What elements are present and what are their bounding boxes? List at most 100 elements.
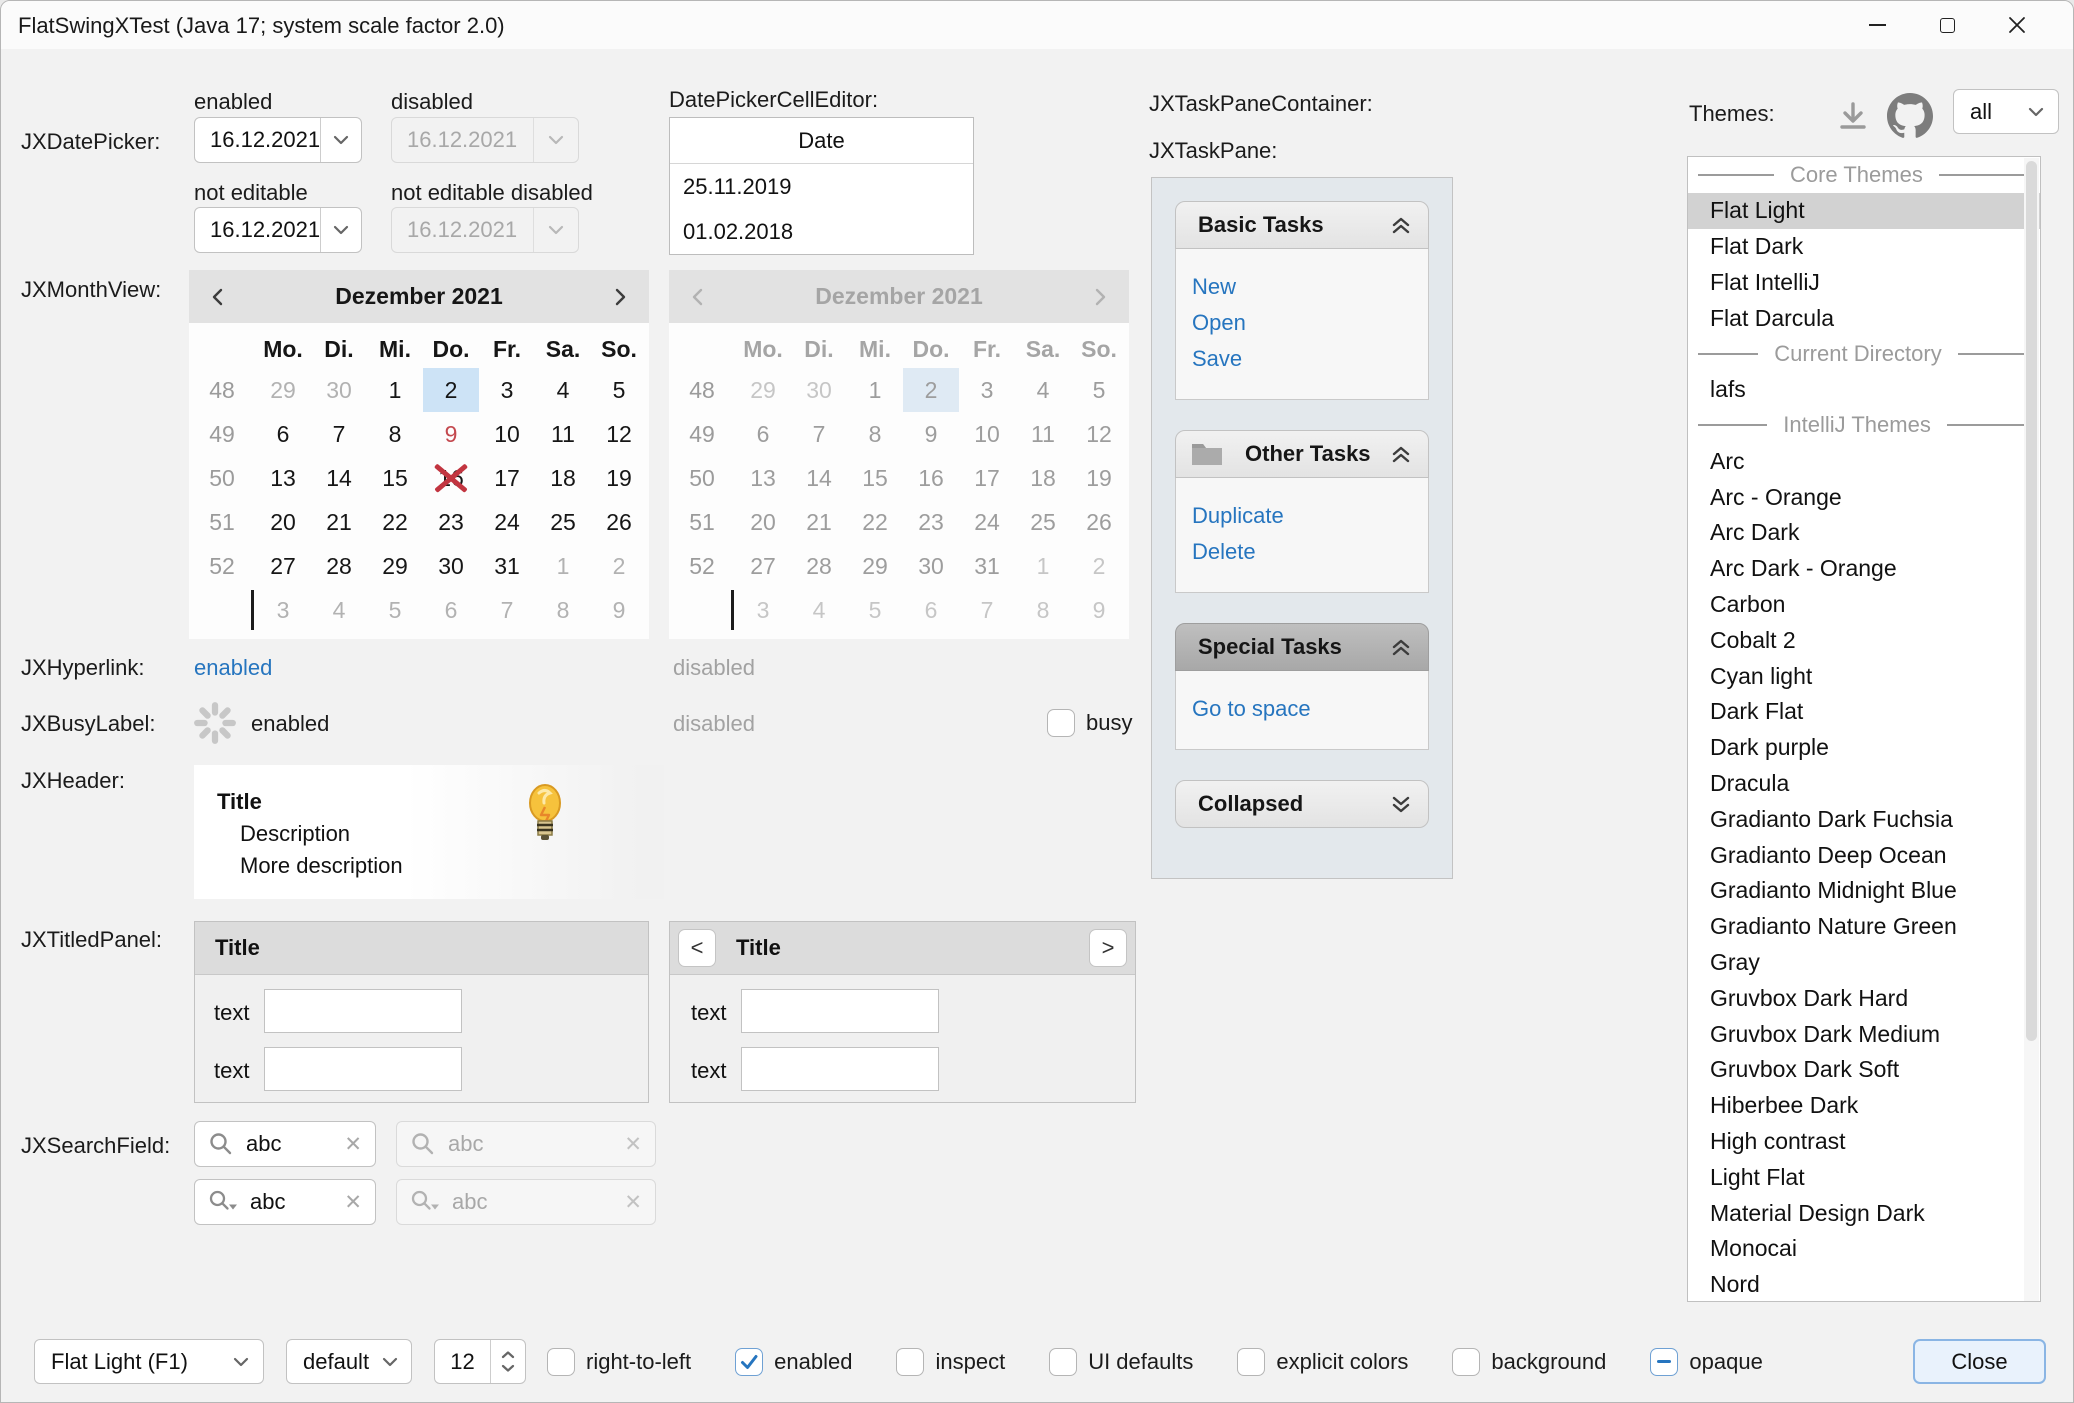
checkbox-box[interactable] bbox=[1237, 1348, 1265, 1376]
checkbox-inspect[interactable]: inspect bbox=[896, 1348, 1005, 1376]
day-cell[interactable]: 14 bbox=[311, 456, 367, 500]
theme-item[interactable]: Arc - Orange bbox=[1688, 479, 2040, 515]
theme-item[interactable]: Gradianto Dark Fuchsia bbox=[1688, 801, 2040, 837]
datepicker-dropdown-button[interactable] bbox=[320, 208, 361, 252]
taskpane-group-header[interactable]: Other Tasks bbox=[1175, 430, 1429, 478]
day-cell[interactable]: 11 bbox=[535, 412, 591, 456]
day-cell[interactable]: 9 bbox=[591, 588, 647, 632]
theme-item[interactable]: Hiberbee Dark bbox=[1688, 1088, 2040, 1124]
day-cell[interactable]: 21 bbox=[311, 500, 367, 544]
checkbox-box[interactable] bbox=[547, 1348, 575, 1376]
title-bar[interactable]: FlatSwingXTest (Java 17; system scale fa… bbox=[1, 1, 2073, 49]
theme-item[interactable]: Flat Light bbox=[1688, 193, 2040, 229]
day-cell[interactable]: 24 bbox=[479, 500, 535, 544]
theme-item[interactable]: Dark Flat bbox=[1688, 694, 2040, 730]
theme-item[interactable]: Arc bbox=[1688, 443, 2040, 479]
style-combo[interactable]: default bbox=[286, 1339, 412, 1384]
day-cell[interactable]: 23 bbox=[423, 500, 479, 544]
checkbox-box[interactable] bbox=[1452, 1348, 1480, 1376]
close-window-button[interactable] bbox=[1984, 1, 2050, 49]
day-cell[interactable]: 19 bbox=[591, 456, 647, 500]
table-row[interactable]: 01.02.2018 bbox=[670, 209, 973, 254]
day-cell[interactable]: 29 bbox=[255, 368, 311, 412]
search-input[interactable]: abc bbox=[250, 1189, 332, 1215]
theme-item[interactable]: Flat Dark bbox=[1688, 229, 2040, 265]
clear-icon[interactable]: ✕ bbox=[344, 1190, 362, 1215]
font-size-spinner[interactable]: 12 bbox=[434, 1339, 526, 1384]
theme-item[interactable]: Flat IntelliJ bbox=[1688, 264, 2040, 300]
theme-item[interactable]: Cyan light bbox=[1688, 658, 2040, 694]
day-cell[interactable]: 6 bbox=[255, 412, 311, 456]
text-input[interactable] bbox=[264, 1047, 462, 1091]
search-field-with-menu-enabled[interactable]: abc ✕ bbox=[194, 1179, 376, 1225]
theme-item[interactable]: Gruvbox Dark Medium bbox=[1688, 1016, 2040, 1052]
clear-icon[interactable]: ✕ bbox=[344, 1132, 362, 1157]
theme-item[interactable]: Nord bbox=[1688, 1267, 2040, 1302]
next-month-button[interactable] bbox=[591, 270, 649, 323]
task-link[interactable]: Open bbox=[1192, 305, 1428, 341]
checkbox-explicit-colors[interactable]: explicit colors bbox=[1237, 1348, 1408, 1376]
day-cell[interactable]: 28 bbox=[311, 544, 367, 588]
theme-item[interactable]: Arc Dark bbox=[1688, 515, 2040, 551]
maximize-button[interactable] bbox=[1914, 1, 1980, 49]
titled-panel-next-button[interactable]: > bbox=[1089, 929, 1127, 967]
date-table[interactable]: Date 25.11.2019 01.02.2018 bbox=[669, 117, 974, 255]
day-cell[interactable]: 26 bbox=[591, 500, 647, 544]
text-input[interactable] bbox=[741, 1047, 939, 1091]
theme-item[interactable]: Dracula bbox=[1688, 766, 2040, 802]
checkbox-box[interactable] bbox=[1650, 1348, 1678, 1376]
laf-combo[interactable]: Flat Light (F1) bbox=[34, 1339, 264, 1384]
day-cell[interactable]: 13 bbox=[255, 456, 311, 500]
checkbox-enabled[interactable]: enabled bbox=[735, 1348, 852, 1376]
scrollbar[interactable] bbox=[2024, 158, 2039, 1302]
day-cell[interactable]: 17 bbox=[479, 456, 535, 500]
theme-item[interactable]: Gradianto Deep Ocean bbox=[1688, 837, 2040, 873]
task-link[interactable]: Go to space bbox=[1192, 691, 1428, 727]
search-input[interactable]: abc bbox=[246, 1131, 332, 1157]
theme-item[interactable]: lafs bbox=[1688, 372, 2040, 408]
theme-item[interactable]: Gradianto Midnight Blue bbox=[1688, 873, 2040, 909]
checkbox-box[interactable] bbox=[896, 1348, 924, 1376]
datepicker-enabled[interactable]: 16.12.2021 bbox=[194, 117, 362, 163]
checkbox-right-to-left[interactable]: right-to-left bbox=[547, 1348, 691, 1376]
day-cell[interactable]: 1 bbox=[535, 544, 591, 588]
github-icon[interactable] bbox=[1887, 93, 1933, 144]
day-cell[interactable]: 3 bbox=[479, 368, 535, 412]
theme-item[interactable]: Cobalt 2 bbox=[1688, 622, 2040, 658]
day-cell[interactable]: 29 bbox=[367, 544, 423, 588]
themes-filter-combo[interactable]: all bbox=[1953, 89, 2059, 134]
datepicker-not-editable[interactable]: 16.12.2021 bbox=[194, 207, 362, 253]
theme-item[interactable]: Light Flat bbox=[1688, 1159, 2040, 1195]
day-cell[interactable]: 6 bbox=[423, 588, 479, 632]
theme-item[interactable]: Carbon bbox=[1688, 587, 2040, 623]
day-cell[interactable]: 22 bbox=[367, 500, 423, 544]
minimize-button[interactable] bbox=[1844, 1, 1910, 49]
day-cell[interactable]: 1 bbox=[367, 368, 423, 412]
task-link[interactable]: Duplicate bbox=[1192, 498, 1428, 534]
titled-panel-prev-button[interactable]: < bbox=[678, 929, 716, 967]
theme-item[interactable]: Gradianto Nature Green bbox=[1688, 909, 2040, 945]
close-button[interactable]: Close bbox=[1913, 1339, 2046, 1384]
theme-item[interactable]: Gray bbox=[1688, 945, 2040, 981]
spinner-value[interactable]: 12 bbox=[435, 1340, 490, 1383]
theme-item[interactable]: Monocai bbox=[1688, 1231, 2040, 1267]
table-row[interactable]: 25.11.2019 bbox=[670, 164, 973, 209]
day-cell[interactable]: 8 bbox=[535, 588, 591, 632]
checkbox-box[interactable] bbox=[735, 1348, 763, 1376]
text-input[interactable] bbox=[741, 989, 939, 1033]
hyperlink-enabled[interactable]: enabled bbox=[194, 655, 272, 681]
day-cell[interactable]: 30 bbox=[311, 368, 367, 412]
day-cell[interactable]: 7 bbox=[479, 588, 535, 632]
taskpane-group-header[interactable]: Special Tasks bbox=[1175, 623, 1429, 671]
day-cell[interactable]: 4 bbox=[535, 368, 591, 412]
theme-item[interactable]: Gruvbox Dark Hard bbox=[1688, 980, 2040, 1016]
day-cell[interactable]: 8 bbox=[367, 412, 423, 456]
taskpane-group-header[interactable]: Basic Tasks bbox=[1175, 201, 1429, 249]
day-cell[interactable]: 15 bbox=[367, 456, 423, 500]
theme-item[interactable]: High contrast bbox=[1688, 1124, 2040, 1160]
day-cell[interactable]: 10 bbox=[479, 412, 535, 456]
theme-item[interactable]: Gruvbox Dark Soft bbox=[1688, 1052, 2040, 1088]
day-cell[interactable]: 5 bbox=[367, 588, 423, 632]
theme-item[interactable]: Material Design Dark bbox=[1688, 1195, 2040, 1231]
task-link[interactable]: Delete bbox=[1192, 534, 1428, 570]
